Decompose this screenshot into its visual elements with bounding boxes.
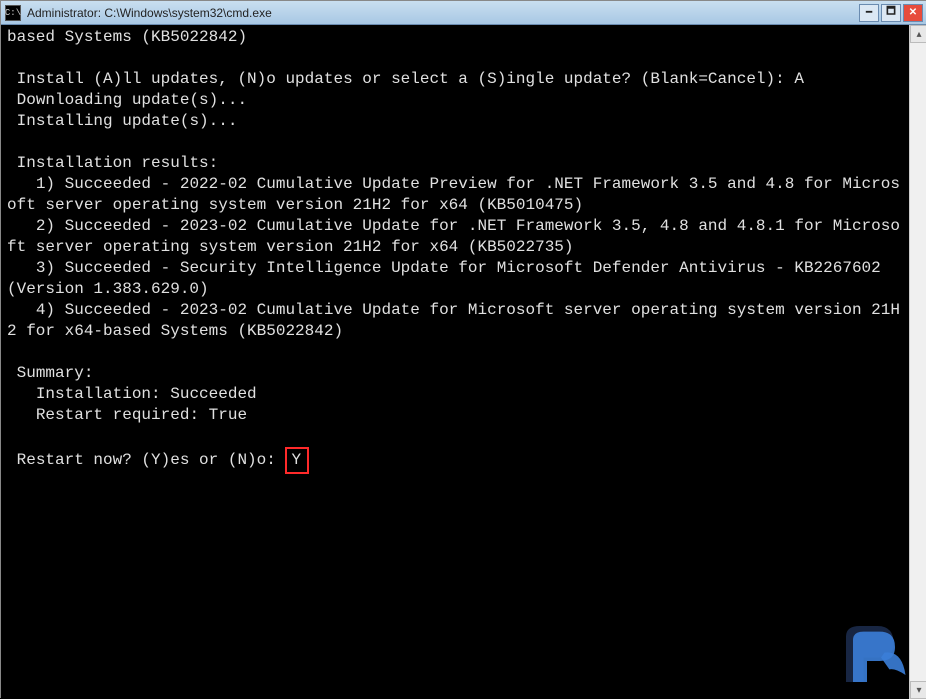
scroll-track[interactable] <box>910 43 926 681</box>
restart-answer-highlight: Y <box>285 447 309 474</box>
console-line: 2) Succeeded - 2023-02 Cumulative Update… <box>7 216 903 258</box>
console-area: based Systems (KB5022842) Install (A)ll … <box>1 25 926 699</box>
restart-prompt-text: Restart now? (Y)es or (N)o: <box>7 451 285 469</box>
maximize-button[interactable]: 🗖 <box>881 4 901 22</box>
restart-prompt-line: Restart now? (Y)es or (N)o: Y <box>7 447 903 474</box>
console-line <box>7 426 903 447</box>
console-line: Installation: Succeeded <box>7 384 903 405</box>
close-button[interactable]: ✕ <box>903 4 923 22</box>
scroll-up-button[interactable]: ▴ <box>910 25 926 43</box>
console-line: Summary: <box>7 363 903 384</box>
console-line: Install (A)ll updates, (N)o updates or s… <box>7 69 903 90</box>
console-line: based Systems (KB5022842) <box>7 27 903 48</box>
console-line: Installation results: <box>7 153 903 174</box>
console-line: Restart required: True <box>7 405 903 426</box>
console-line: 3) Succeeded - Security Intelligence Upd… <box>7 258 903 300</box>
scroll-down-button[interactable]: ▾ <box>910 681 926 699</box>
console-line <box>7 48 903 69</box>
window-controls: 🗕 🗖 ✕ <box>859 4 923 22</box>
minimize-button[interactable]: 🗕 <box>859 4 879 22</box>
window-title: Administrator: C:\Windows\system32\cmd.e… <box>27 6 859 20</box>
console-line <box>7 132 903 153</box>
console-line: Installing update(s)... <box>7 111 903 132</box>
console-line: 1) Succeeded - 2022-02 Cumulative Update… <box>7 174 903 216</box>
console-line <box>7 342 903 363</box>
titlebar[interactable]: C:\ Administrator: C:\Windows\system32\c… <box>1 1 926 25</box>
vertical-scrollbar[interactable]: ▴ ▾ <box>909 25 926 699</box>
console-output[interactable]: based Systems (KB5022842) Install (A)ll … <box>1 25 909 699</box>
console-line: Downloading update(s)... <box>7 90 903 111</box>
app-icon: C:\ <box>5 5 21 21</box>
cmd-window: C:\ Administrator: C:\Windows\system32\c… <box>1 1 926 699</box>
console-line: 4) Succeeded - 2023-02 Cumulative Update… <box>7 300 903 342</box>
